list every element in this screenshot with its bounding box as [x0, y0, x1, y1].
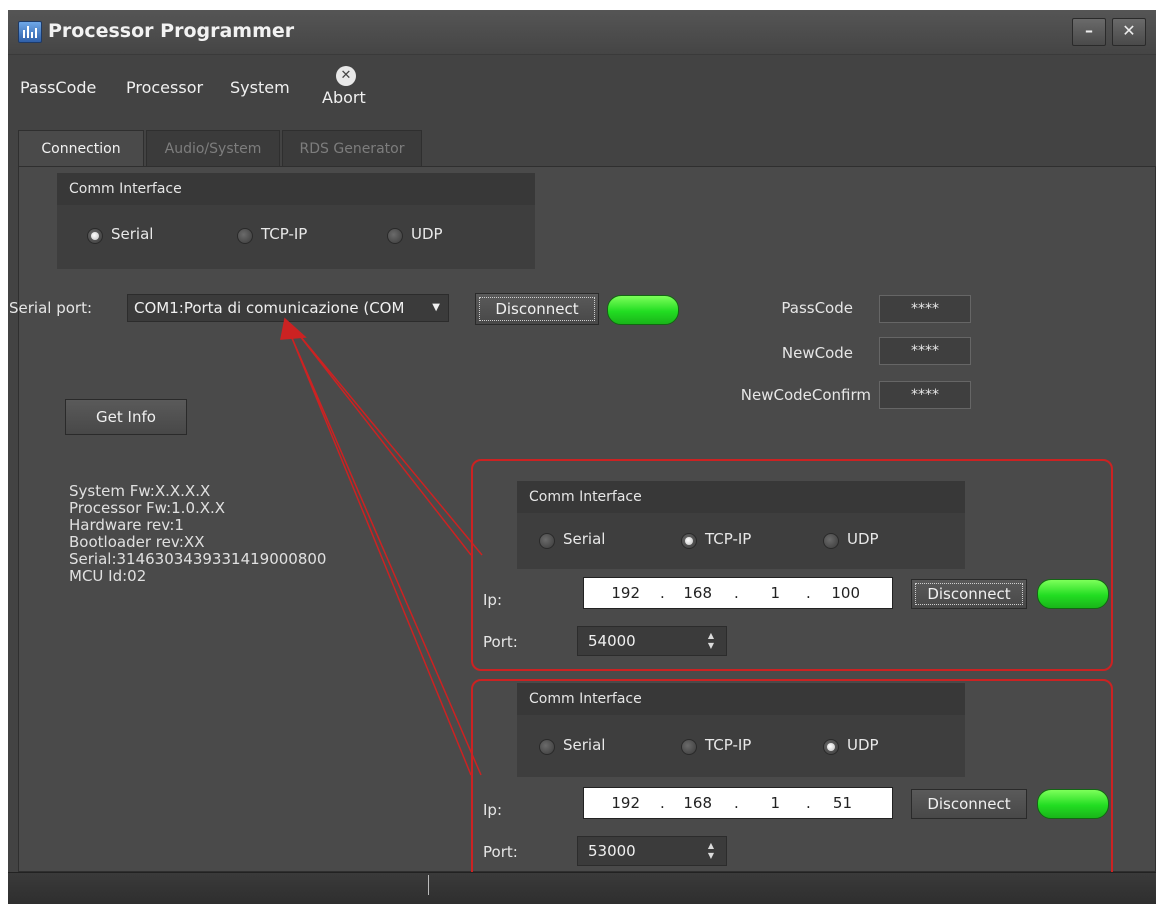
- abort-icon: ✕: [336, 66, 356, 86]
- tab-audio-system[interactable]: Audio/System: [146, 130, 280, 166]
- menu-system[interactable]: System: [230, 78, 290, 97]
- connection-tab-content: Comm Interface Serial TCP-IP UDP Serial …: [9, 166, 1156, 885]
- window-title: Processor Programmer: [48, 20, 295, 42]
- status-bar-separator: [428, 875, 429, 895]
- menu-processor[interactable]: Processor: [126, 78, 203, 97]
- close-button[interactable]: ✕: [1112, 18, 1146, 46]
- app-icon: [18, 21, 42, 43]
- status-bar: [8, 872, 1156, 904]
- title-bar: Processor Programmer – ✕: [8, 10, 1156, 55]
- tab-rds-generator[interactable]: RDS Generator: [282, 130, 422, 166]
- menu-passcode[interactable]: PassCode: [20, 78, 96, 97]
- arrow-line-to-udp-panel: [288, 330, 482, 776]
- arrow-line-to-tcp-panel: [295, 330, 483, 556]
- annotation-arrows: [280, 317, 483, 776]
- app-window: Processor Programmer – ✕ PassCode Proces…: [8, 10, 1156, 904]
- abort-label: Abort: [322, 88, 366, 107]
- minimize-button[interactable]: –: [1072, 18, 1106, 46]
- tab-connection[interactable]: Connection: [18, 130, 144, 167]
- arrow-head-icon: [280, 317, 307, 340]
